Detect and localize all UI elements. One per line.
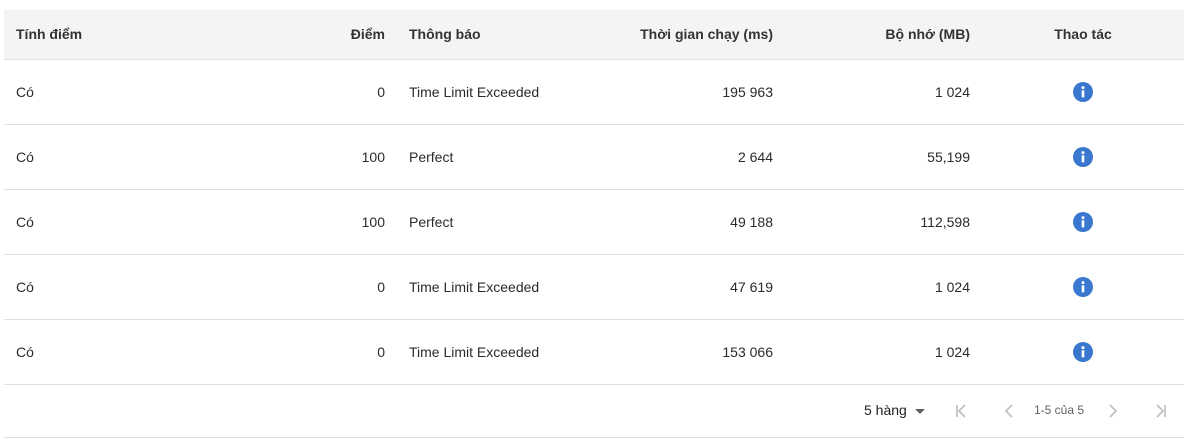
info-icon[interactable] xyxy=(1073,81,1093,102)
table-row: Có 0 Time Limit Exceeded 195 963 1 024 xyxy=(4,59,1184,125)
cell-message: Perfect xyxy=(397,124,587,190)
col-header-scored: Tính điểm xyxy=(4,10,204,60)
col-header-runtime: Thời gian chạy (ms) xyxy=(587,10,785,60)
info-icon[interactable] xyxy=(1073,211,1093,232)
table-row: Có 100 Perfect 2 644 55,199 xyxy=(4,124,1184,190)
table-row: Có 100 Perfect 49 188 112,598 xyxy=(4,189,1184,255)
cell-memory: 1 024 xyxy=(785,319,982,385)
cell-score: 0 xyxy=(204,319,397,385)
col-header-score: Điểm xyxy=(204,10,397,60)
cell-scored: Có xyxy=(4,124,204,190)
cell-actions xyxy=(982,189,1184,255)
rows-per-page-select[interactable]: 5 hàng xyxy=(864,402,925,418)
cell-actions xyxy=(982,254,1184,320)
cell-memory: 1 024 xyxy=(785,254,982,320)
cell-runtime: 47 619 xyxy=(587,254,785,320)
cell-memory: 1 024 xyxy=(785,59,982,125)
first-page-icon[interactable] xyxy=(952,401,972,421)
cell-message: Time Limit Exceeded xyxy=(397,59,587,125)
cell-score: 100 xyxy=(204,124,397,190)
cell-actions xyxy=(982,319,1184,385)
results-table-container: Tính điểm Điểm Thông báo Thời gian chạy … xyxy=(4,10,1184,385)
table-row: Có 0 Time Limit Exceeded 47 619 1 024 xyxy=(4,254,1184,320)
cell-scored: Có xyxy=(4,59,204,125)
cell-score: 100 xyxy=(204,189,397,255)
cell-memory: 112,598 xyxy=(785,189,982,255)
info-icon[interactable] xyxy=(1073,146,1093,167)
cell-message: Time Limit Exceeded xyxy=(397,319,587,385)
info-icon[interactable] xyxy=(1073,276,1093,297)
rows-per-page-value: 5 hàng xyxy=(864,402,907,418)
last-page-icon[interactable] xyxy=(1150,401,1170,421)
page-range-label: 1-5 của 5 xyxy=(1034,403,1085,417)
pagination-bar: 5 hàng 1-5 của 5 xyxy=(4,385,1184,438)
cell-actions xyxy=(982,59,1184,125)
chevron-right-icon[interactable] xyxy=(1102,401,1122,421)
cell-runtime: 2 644 xyxy=(587,124,785,190)
cell-runtime: 195 963 xyxy=(587,59,785,125)
chevron-left-icon[interactable] xyxy=(1000,401,1020,421)
caret-down-icon xyxy=(914,408,925,414)
results-table: Tính điểm Điểm Thông báo Thời gian chạy … xyxy=(4,10,1184,385)
cell-scored: Có xyxy=(4,319,204,385)
info-icon[interactable] xyxy=(1073,341,1093,362)
cell-message: Perfect xyxy=(397,189,587,255)
cell-scored: Có xyxy=(4,254,204,320)
table-row: Có 0 Time Limit Exceeded 153 066 1 024 xyxy=(4,319,1184,385)
cell-message: Time Limit Exceeded xyxy=(397,254,587,320)
cell-memory: 55,199 xyxy=(785,124,982,190)
cell-runtime: 153 066 xyxy=(587,319,785,385)
cell-actions xyxy=(982,124,1184,190)
col-header-message: Thông báo xyxy=(397,10,587,60)
table-header-row: Tính điểm Điểm Thông báo Thời gian chạy … xyxy=(4,10,1184,60)
cell-score: 0 xyxy=(204,59,397,125)
col-header-memory: Bộ nhớ (MB) xyxy=(785,10,982,60)
cell-runtime: 49 188 xyxy=(587,189,785,255)
cell-scored: Có xyxy=(4,189,204,255)
col-header-actions: Thao tác xyxy=(982,10,1184,60)
cell-score: 0 xyxy=(204,254,397,320)
